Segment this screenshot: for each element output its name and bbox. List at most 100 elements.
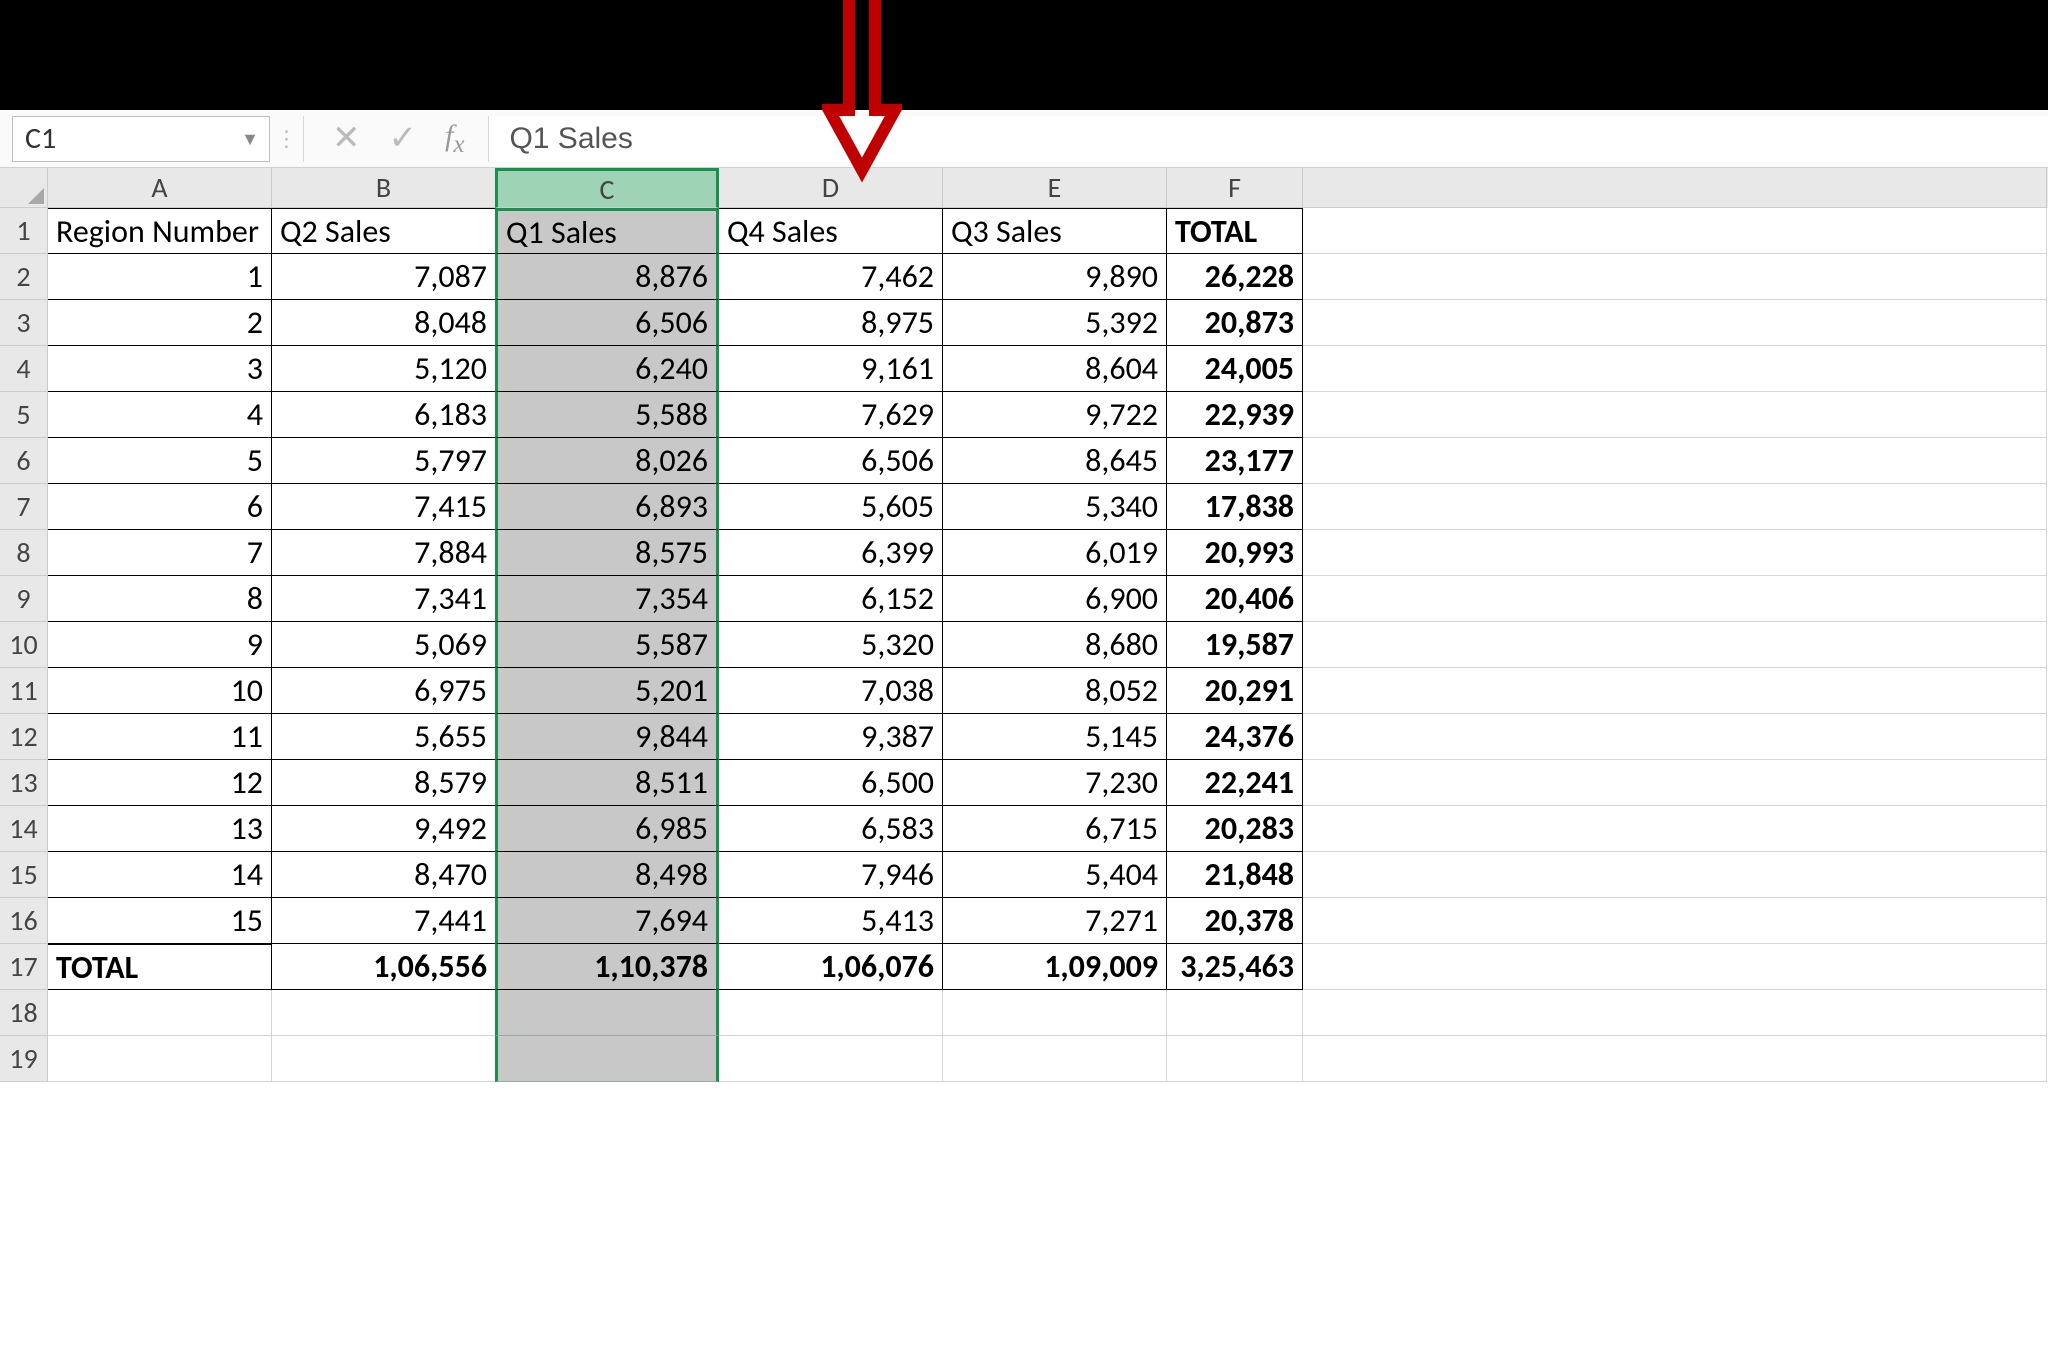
cell[interactable]: 1,06,556 — [272, 944, 496, 990]
cell[interactable]: 7 — [48, 530, 272, 576]
row-header[interactable]: 13 — [0, 760, 48, 806]
cell[interactable]: 6,506 — [495, 300, 719, 346]
cell[interactable]: 21,848 — [1167, 852, 1303, 898]
cell[interactable] — [1303, 208, 2047, 254]
row-header[interactable]: 10 — [0, 622, 48, 668]
formula-input[interactable] — [488, 116, 2048, 162]
cell[interactable]: 8,975 — [719, 300, 943, 346]
col-header-D[interactable]: D — [719, 168, 943, 208]
cell[interactable]: 8 — [48, 576, 272, 622]
cell[interactable]: 9,387 — [719, 714, 943, 760]
cell[interactable]: 24,376 — [1167, 714, 1303, 760]
cell[interactable]: 7,271 — [943, 898, 1167, 944]
cell[interactable] — [1167, 990, 1303, 1036]
row-header[interactable]: 16 — [0, 898, 48, 944]
cell[interactable]: TOTAL — [1167, 208, 1303, 254]
cell[interactable] — [943, 990, 1167, 1036]
cell[interactable]: 17,838 — [1167, 484, 1303, 530]
cell[interactable]: TOTAL — [48, 944, 272, 990]
col-header-C[interactable]: C — [495, 168, 719, 208]
cell[interactable]: 7,462 — [719, 254, 943, 300]
cell[interactable] — [719, 1036, 943, 1082]
cell[interactable]: 1,09,009 — [943, 944, 1167, 990]
cell[interactable]: 14 — [48, 852, 272, 898]
cell[interactable]: 20,378 — [1167, 898, 1303, 944]
cell[interactable]: 6,715 — [943, 806, 1167, 852]
select-all-corner[interactable] — [0, 168, 48, 208]
cell[interactable] — [272, 1036, 496, 1082]
cell[interactable]: 8,575 — [495, 530, 719, 576]
cell[interactable]: 6,583 — [719, 806, 943, 852]
cell[interactable]: 9,722 — [943, 392, 1167, 438]
cell[interactable]: 3,25,463 — [1167, 944, 1303, 990]
cell[interactable] — [48, 990, 272, 1036]
row-header[interactable]: 11 — [0, 668, 48, 714]
cell[interactable]: 8,511 — [495, 760, 719, 806]
cell[interactable]: 6,399 — [719, 530, 943, 576]
cell[interactable]: 7,354 — [495, 576, 719, 622]
cell[interactable] — [272, 990, 496, 1036]
cell[interactable] — [1303, 576, 2047, 622]
cell[interactable] — [1303, 300, 2047, 346]
cell[interactable]: 5,797 — [272, 438, 496, 484]
cell[interactable]: 9 — [48, 622, 272, 668]
cell[interactable] — [1303, 668, 2047, 714]
cell[interactable]: 8,680 — [943, 622, 1167, 668]
cell[interactable] — [1167, 1036, 1303, 1082]
cell[interactable] — [1303, 438, 2047, 484]
cell[interactable]: 8,579 — [272, 760, 496, 806]
cell[interactable]: 5,201 — [495, 668, 719, 714]
row-header[interactable]: 1 — [0, 208, 48, 254]
cell[interactable] — [1303, 530, 2047, 576]
cell[interactable]: 6,240 — [495, 346, 719, 392]
cell[interactable]: 5,145 — [943, 714, 1167, 760]
cell[interactable]: 7,087 — [272, 254, 496, 300]
cell[interactable]: 8,052 — [943, 668, 1167, 714]
cell[interactable]: 26,228 — [1167, 254, 1303, 300]
cell[interactable]: 6,893 — [495, 484, 719, 530]
row-header[interactable]: 18 — [0, 990, 48, 1036]
cell[interactable]: 6 — [48, 484, 272, 530]
cell[interactable]: 1 — [48, 254, 272, 300]
cell[interactable]: 8,026 — [495, 438, 719, 484]
cell[interactable]: 12 — [48, 760, 272, 806]
row-header[interactable]: 8 — [0, 530, 48, 576]
cell[interactable] — [495, 1036, 719, 1082]
cell[interactable]: 1,10,378 — [495, 944, 719, 990]
cell[interactable] — [1303, 760, 2047, 806]
cell[interactable] — [1303, 852, 2047, 898]
cell[interactable] — [1303, 392, 2047, 438]
cell[interactable]: 4 — [48, 392, 272, 438]
cell[interactable] — [1303, 944, 2047, 990]
dropdown-icon[interactable]: ▼ — [241, 128, 259, 150]
row-header[interactable]: 7 — [0, 484, 48, 530]
cell[interactable]: 22,241 — [1167, 760, 1303, 806]
cell[interactable]: 8,470 — [272, 852, 496, 898]
cell[interactable] — [1303, 806, 2047, 852]
cell[interactable]: 6,183 — [272, 392, 496, 438]
cell[interactable]: 7,884 — [272, 530, 496, 576]
cell[interactable]: 5,655 — [272, 714, 496, 760]
cell[interactable]: 5,069 — [272, 622, 496, 668]
cell[interactable]: 5,404 — [943, 852, 1167, 898]
row-header[interactable]: 19 — [0, 1036, 48, 1082]
cell[interactable] — [1303, 898, 2047, 944]
row-header[interactable]: 6 — [0, 438, 48, 484]
cell[interactable]: 20,873 — [1167, 300, 1303, 346]
cell[interactable]: 7,415 — [272, 484, 496, 530]
cell[interactable]: 8,604 — [943, 346, 1167, 392]
cell[interactable] — [1303, 346, 2047, 392]
cell[interactable] — [1303, 1036, 2047, 1082]
cell[interactable]: Q4 Sales — [719, 208, 943, 254]
col-header-E[interactable]: E — [943, 168, 1167, 208]
cell[interactable]: 20,291 — [1167, 668, 1303, 714]
row-header[interactable]: 17 — [0, 944, 48, 990]
cell[interactable] — [719, 990, 943, 1036]
cell[interactable]: 24,005 — [1167, 346, 1303, 392]
cell[interactable]: 2 — [48, 300, 272, 346]
cell[interactable]: 1,06,076 — [719, 944, 943, 990]
cell[interactable]: 5,320 — [719, 622, 943, 668]
col-header-F[interactable]: F — [1167, 168, 1303, 208]
cell[interactable]: 5,605 — [719, 484, 943, 530]
cell[interactable]: 6,500 — [719, 760, 943, 806]
